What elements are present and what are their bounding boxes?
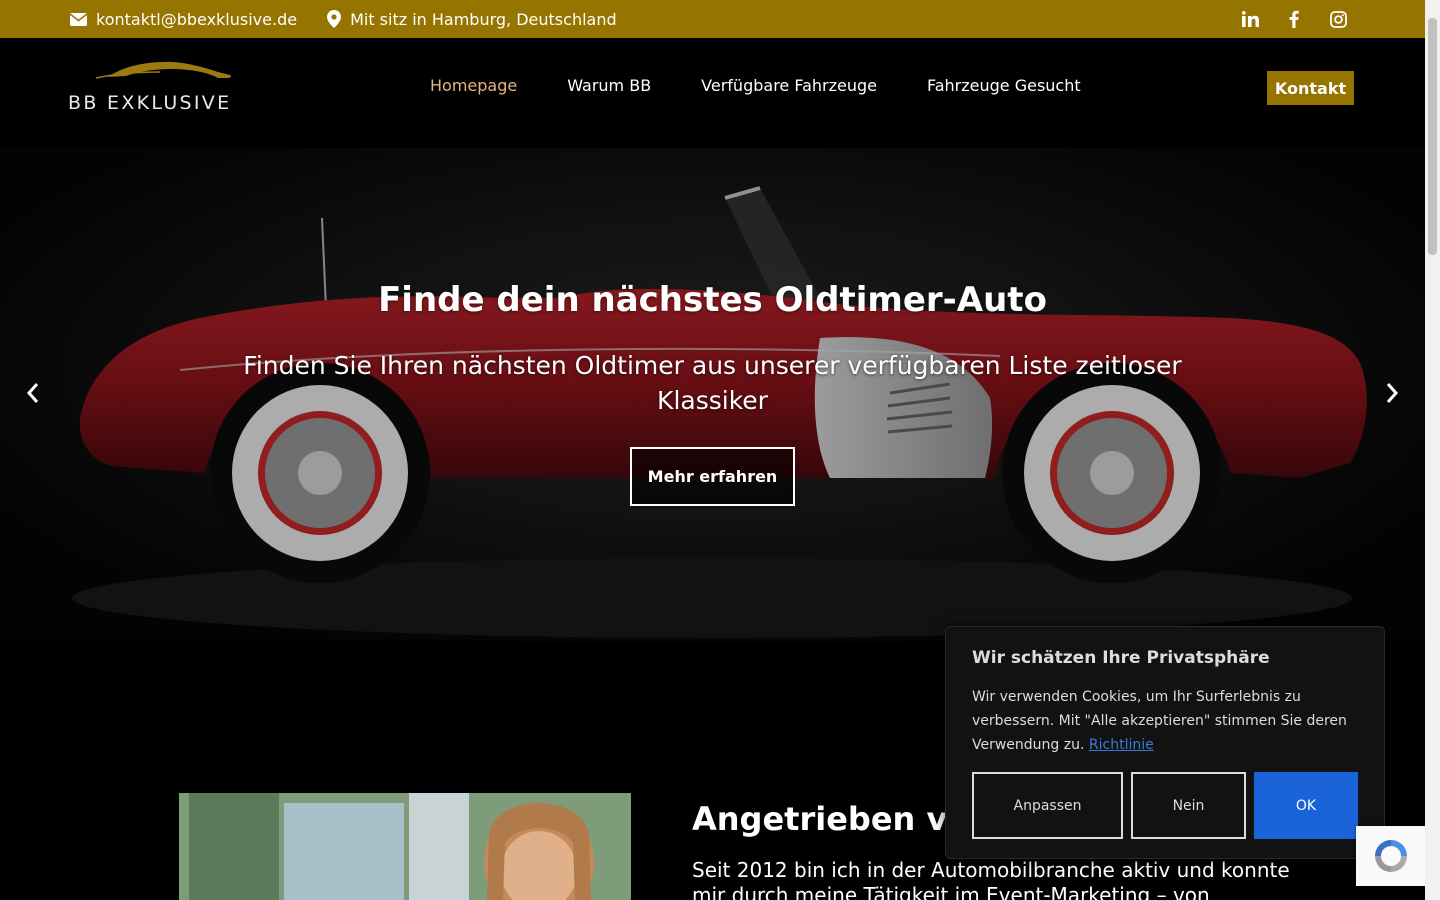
chevron-right-icon: [1386, 383, 1399, 403]
about-title: Angetrieben vor: [692, 800, 986, 838]
cookie-title: Wir schätzen Ihre Privatsphäre: [972, 648, 1270, 668]
location-info: Mit sitz in Hamburg, Deutschland: [327, 10, 617, 29]
cookie-policy-link[interactable]: Richtlinie: [1089, 737, 1154, 753]
kontakt-button[interactable]: Kontakt: [1267, 71, 1354, 105]
hero-subtitle: Finden Sie Ihren nächsten Oldtimer aus u…: [243, 351, 1182, 415]
map-pin-icon: [327, 10, 342, 28]
linkedin-icon[interactable]: [1241, 10, 1259, 28]
email-text[interactable]: kontaktl@bbexklusive.de: [96, 10, 297, 29]
founder-photo: [179, 793, 631, 900]
nav-warum-bb[interactable]: Warum BB: [542, 76, 676, 95]
about-text: Seit 2012 bin ich in der Automobilbranch…: [692, 858, 1290, 900]
main-nav: Homepage Warum BB Verfügbare Fahrzeuge F…: [405, 76, 1106, 95]
cookie-customize-button[interactable]: Anpassen: [972, 772, 1123, 839]
nav-verfuegbare-fahrzeuge[interactable]: Verfügbare Fahrzeuge: [676, 76, 902, 95]
hero-title: Finde dein nächstes Oldtimer-Auto: [378, 280, 1047, 320]
social-links: [1241, 10, 1355, 28]
site-header: BB EXKLUSIVE Homepage Warum BB Verfügbar…: [0, 38, 1425, 148]
nav-fahrzeuge-gesucht[interactable]: Fahrzeuge Gesucht: [902, 76, 1106, 95]
chevron-left-icon: [26, 383, 39, 403]
hero-slider: Finde dein nächstes Oldtimer-Auto Finden…: [0, 148, 1425, 641]
top-bar: kontaktl@bbexklusive.de Mit sitz in Hamb…: [0, 0, 1425, 38]
page-scrollbar[interactable]: [1425, 0, 1440, 900]
recaptcha-icon: [1375, 840, 1407, 872]
location-text: Mit sitz in Hamburg, Deutschland: [350, 9, 617, 29]
cookie-text: Wir verwenden Cookies, um Ihr Surferlebn…: [972, 685, 1358, 757]
cookie-accept-button[interactable]: OK: [1254, 772, 1358, 839]
recaptcha-badge[interactable]: [1356, 826, 1426, 886]
slider-next-button[interactable]: [1377, 378, 1407, 408]
email-contact[interactable]: kontaktl@bbexklusive.de: [70, 10, 297, 29]
instagram-icon[interactable]: [1329, 10, 1347, 28]
nav-homepage[interactable]: Homepage: [405, 76, 542, 95]
logo-text[interactable]: BB EXKLUSIVE: [68, 92, 231, 114]
cookie-reject-button[interactable]: Nein: [1131, 772, 1246, 839]
cookie-buttons: Anpassen Nein OK: [972, 772, 1358, 839]
envelope-icon: [70, 12, 87, 26]
mehr-erfahren-button[interactable]: Mehr erfahren: [630, 447, 795, 506]
slider-prev-button[interactable]: [18, 378, 48, 408]
cookie-text-body: Wir verwenden Cookies, um Ihr Surferlebn…: [972, 689, 1347, 753]
cookie-consent-banner: Wir schätzen Ihre Privatsphäre Wir verwe…: [945, 626, 1385, 859]
facebook-icon[interactable]: [1285, 10, 1303, 28]
scrollbar-thumb[interactable]: [1428, 18, 1437, 255]
